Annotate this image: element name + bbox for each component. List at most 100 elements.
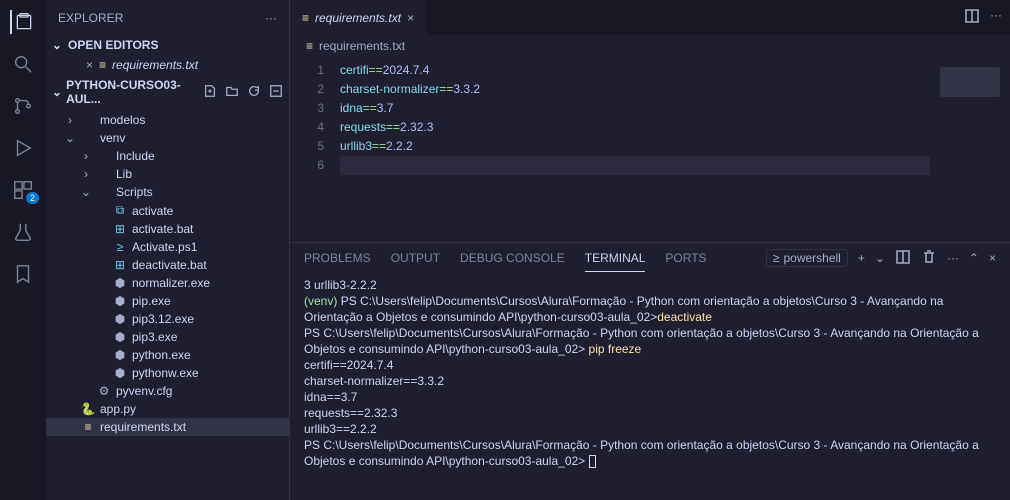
split-terminal-icon[interactable] bbox=[895, 249, 911, 268]
code-line[interactable]: idna==3.7 bbox=[340, 99, 930, 118]
file-icon: ⬢ bbox=[112, 276, 128, 290]
tree-item-label: deactivate.bat bbox=[132, 258, 207, 272]
tree-item-venv[interactable]: ⌄venv bbox=[46, 129, 289, 147]
tree-item-activate-bat[interactable]: ⊞activate.bat bbox=[46, 220, 289, 238]
bookmark-icon[interactable] bbox=[11, 262, 35, 286]
editor[interactable]: 123456 certifi==2024.7.4charset-normaliz… bbox=[290, 57, 1010, 242]
file-icon: ⊞ bbox=[112, 258, 128, 272]
chevron-down-icon[interactable]: ⌄ bbox=[875, 251, 885, 265]
search-icon[interactable] bbox=[11, 52, 35, 76]
terminal-line: PS C:\Users\felip\Documents\Cursos\Alura… bbox=[304, 325, 996, 357]
tree-item-label: pip.exe bbox=[132, 294, 171, 308]
tree-item-label: requirements.txt bbox=[100, 420, 186, 434]
tree-item-label: Activate.ps1 bbox=[132, 240, 197, 254]
trash-icon[interactable] bbox=[921, 249, 937, 268]
panel-tabs: PROBLEMS OUTPUT DEBUG CONSOLE TERMINAL P… bbox=[290, 243, 1010, 273]
tab-requirements[interactable]: ≡ requirements.txt × bbox=[290, 0, 426, 35]
tree-item-label: Lib bbox=[116, 167, 132, 181]
minimap[interactable] bbox=[930, 61, 1010, 242]
tree-item-label: python.exe bbox=[132, 348, 191, 362]
tree-item-normalizer-exe[interactable]: ⬢ normalizer.exe bbox=[46, 274, 289, 292]
tree-item-Lib[interactable]: ›Lib bbox=[46, 165, 289, 183]
terminal-line: PS C:\Users\felip\Documents\Cursos\Alura… bbox=[304, 437, 996, 469]
tree-item-python-exe[interactable]: ⬢ python.exe bbox=[46, 346, 289, 364]
new-terminal-icon[interactable]: + bbox=[858, 251, 865, 265]
tree-item-Scripts[interactable]: ⌄Scripts bbox=[46, 183, 289, 201]
tree-item-label: pip3.12.exe bbox=[132, 312, 194, 326]
refresh-icon[interactable] bbox=[247, 84, 261, 101]
code-line[interactable]: charset-normalizer==3.3.2 bbox=[340, 80, 930, 99]
project-header[interactable]: ⌄ PYTHON-CURSO03-AUL... bbox=[46, 75, 289, 109]
open-editor-item[interactable]: × ≡ requirements.txt bbox=[46, 55, 289, 75]
tree-item-pyvenv-cfg[interactable]: ⚙pyvenv.cfg bbox=[46, 382, 289, 400]
extensions-icon[interactable] bbox=[11, 178, 35, 202]
file-tree: ›modelos⌄venv›Include›Lib⌄Scripts⧉activa… bbox=[46, 109, 289, 500]
new-file-icon[interactable] bbox=[203, 84, 217, 101]
tab-debug-console[interactable]: DEBUG CONSOLE bbox=[460, 245, 565, 272]
code-area[interactable]: certifi==2024.7.4charset-normalizer==3.3… bbox=[340, 61, 930, 242]
tab-problems[interactable]: PROBLEMS bbox=[304, 245, 371, 272]
code-line[interactable]: urllib3==2.2.2 bbox=[340, 137, 930, 156]
tree-item-label: pythonw.exe bbox=[132, 366, 199, 380]
chevron-icon: › bbox=[64, 113, 76, 127]
chevron-icon: ⌄ bbox=[80, 185, 92, 199]
file-icon: ≡ bbox=[99, 58, 106, 72]
tree-item-pythonw-exe[interactable]: ⬢pythonw.exe bbox=[46, 364, 289, 382]
sidebar: EXPLORER ··· ⌄ OPEN EDITORS × ≡ requirem… bbox=[46, 0, 290, 500]
tree-item-modelos[interactable]: ›modelos bbox=[46, 111, 289, 129]
file-icon: ≡ bbox=[302, 11, 309, 25]
tree-item-label: pip3.exe bbox=[132, 330, 177, 344]
chevron-up-icon[interactable]: ⌃ bbox=[969, 251, 979, 265]
sidebar-header: EXPLORER ··· bbox=[46, 0, 289, 35]
source-control-icon[interactable] bbox=[11, 94, 35, 118]
more-icon[interactable]: ··· bbox=[990, 8, 1002, 27]
tab-ports[interactable]: PORTS bbox=[665, 245, 706, 272]
tree-item-requirements-txt[interactable]: ≡ requirements.txt bbox=[46, 418, 289, 436]
tree-item-Include[interactable]: ›Include bbox=[46, 147, 289, 165]
more-icon[interactable]: ··· bbox=[265, 11, 277, 25]
tree-item-label: app.py bbox=[100, 402, 136, 416]
close-icon[interactable]: × bbox=[86, 58, 93, 72]
explorer-icon[interactable] bbox=[10, 10, 34, 34]
breadcrumb[interactable]: ≡ requirements.txt bbox=[290, 35, 1010, 57]
code-line[interactable]: requests==2.32.3 bbox=[340, 118, 930, 137]
more-icon[interactable]: ··· bbox=[947, 251, 959, 265]
minimap-slider[interactable] bbox=[940, 67, 1000, 97]
terminal-output[interactable]: 3 urllib3-2.2.2(venv) PS C:\Users\felip\… bbox=[290, 273, 1010, 500]
tree-item-label: activate.bat bbox=[132, 222, 193, 236]
collapse-icon[interactable] bbox=[269, 84, 283, 101]
tree-item-Activate-ps1[interactable]: ≥ Activate.ps1 bbox=[46, 238, 289, 256]
file-icon: ⬢ bbox=[112, 348, 128, 362]
terminal-line: charset-normalizer==3.3.2 bbox=[304, 373, 996, 389]
tree-item-label: normalizer.exe bbox=[132, 276, 210, 290]
tree-item-pip3-exe[interactable]: ⬢pip3.exe bbox=[46, 328, 289, 346]
tree-item-label: pyvenv.cfg bbox=[116, 384, 172, 398]
file-icon: ≡ bbox=[80, 420, 96, 434]
tree-item-deactivate-bat[interactable]: ⊞ deactivate.bat bbox=[46, 256, 289, 274]
tree-item-label: Include bbox=[116, 149, 155, 163]
tab-terminal[interactable]: TERMINAL bbox=[585, 245, 646, 272]
tree-item-pip3-12-exe[interactable]: ⬢ pip3.12.exe bbox=[46, 310, 289, 328]
terminal-shell-select[interactable]: ≥powershell bbox=[766, 249, 848, 267]
tab-output[interactable]: OUTPUT bbox=[391, 245, 440, 272]
close-icon[interactable]: × bbox=[989, 251, 996, 265]
file-icon: ⬢ bbox=[112, 312, 128, 326]
run-debug-icon[interactable] bbox=[11, 136, 35, 160]
code-line[interactable] bbox=[340, 156, 930, 175]
split-editor-icon[interactable] bbox=[964, 8, 980, 27]
file-icon: 🐍 bbox=[80, 402, 96, 416]
open-editors-section[interactable]: ⌄ OPEN EDITORS bbox=[46, 35, 289, 55]
chevron-down-icon: ⌄ bbox=[52, 38, 64, 52]
tree-item-pip-exe[interactable]: ⬢pip.exe bbox=[46, 292, 289, 310]
panel: PROBLEMS OUTPUT DEBUG CONSOLE TERMINAL P… bbox=[290, 242, 1010, 500]
tree-item-activate[interactable]: ⧉activate bbox=[46, 201, 289, 220]
close-icon[interactable]: × bbox=[407, 11, 414, 25]
testing-icon[interactable] bbox=[11, 220, 35, 244]
chevron-icon: ⌄ bbox=[64, 131, 76, 145]
new-folder-icon[interactable] bbox=[225, 84, 239, 101]
code-line[interactable]: certifi==2024.7.4 bbox=[340, 61, 930, 80]
file-icon: ≥ bbox=[112, 240, 128, 254]
powershell-icon: ≥ bbox=[773, 251, 780, 265]
terminal-line: (venv) PS C:\Users\felip\Documents\Curso… bbox=[304, 293, 996, 325]
tree-item-app-py[interactable]: 🐍 app.py bbox=[46, 400, 289, 418]
